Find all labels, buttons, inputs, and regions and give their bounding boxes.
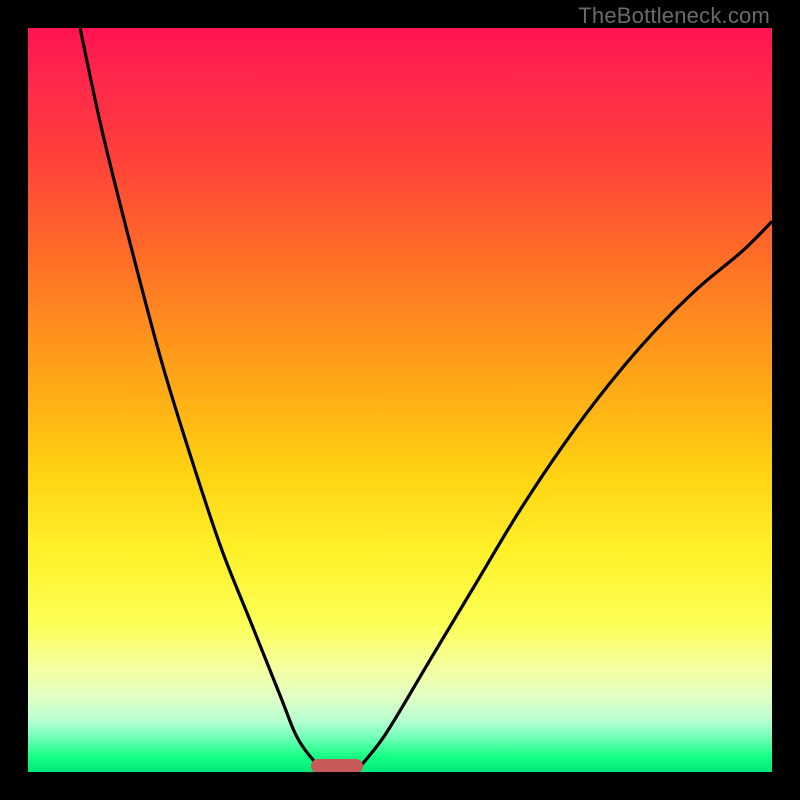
bottleneck-marker	[311, 759, 363, 772]
chart-container: TheBottleneck.com	[0, 0, 800, 800]
left-curve	[80, 28, 326, 772]
watermark-text: TheBottleneck.com	[578, 3, 770, 29]
plot-area	[28, 28, 772, 772]
curves-svg	[28, 28, 772, 772]
right-curve	[355, 221, 772, 772]
